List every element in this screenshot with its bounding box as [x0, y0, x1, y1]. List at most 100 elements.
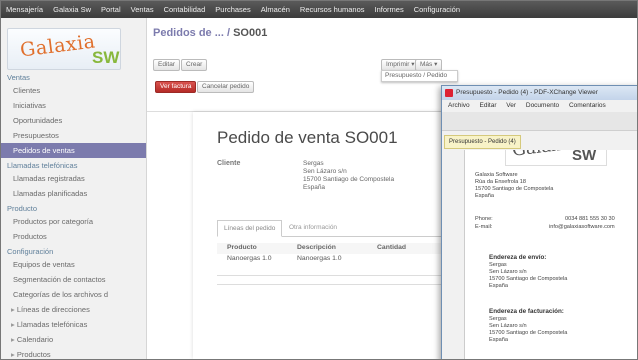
shipping-line: Sergas [489, 262, 507, 268]
email-value: info@galaxiasoftware.com [549, 224, 615, 230]
pdf-menu-item[interactable]: Editar [480, 102, 497, 109]
tab-order-lines[interactable]: Líneas del pedido [217, 220, 283, 237]
company-logo[interactable]: Galaxia SW [7, 28, 121, 70]
sidebar-item[interactable]: Llamadas registradas [1, 171, 146, 186]
company-line: Rúa da Ensefrola 18 [475, 179, 526, 185]
sidebar-item[interactable]: Llamadas planificadas [1, 186, 146, 201]
order-form: Pedido de venta SO001 Cliente Sergas Sen… [193, 112, 443, 359]
client-label: Cliente [217, 160, 241, 167]
sidebar-item[interactable]: Productos por categoría [1, 214, 146, 229]
sidebar-section[interactable]: Llamadas telefónicas [1, 158, 146, 171]
client-line: España [303, 184, 326, 191]
company-line: Galaxia Software [475, 172, 518, 178]
table-divider [217, 275, 443, 276]
column-header[interactable]: Cantidad [377, 244, 406, 251]
client-address[interactable]: Sergas Sen Lázaro s/n 15700 Santiago de … [303, 160, 394, 192]
phone-label: Phone: [475, 216, 493, 222]
pdf-menu-item[interactable]: Archivo [448, 102, 470, 109]
shipping-line: 15700 Santiago de Compostela [489, 276, 568, 282]
table-header: Producto Descripción Cantidad [217, 243, 443, 254]
view-invoice-button[interactable]: Ver factura [155, 81, 197, 93]
edit-button[interactable]: Editar [153, 59, 180, 71]
logo-sw: SW [92, 48, 120, 67]
top-menu-item[interactable]: Configuración [409, 5, 465, 14]
column-header[interactable]: Producto [227, 244, 257, 251]
create-button[interactable]: Crear [181, 59, 208, 71]
billing-line: España [489, 337, 508, 343]
top-menu-item[interactable]: Almacén [256, 5, 295, 14]
table-row[interactable]: Nanoergas 1.0 Nanoergas 1.0 [217, 254, 443, 265]
sidebar-item[interactable]: Presupuestos [1, 128, 146, 143]
top-menu-bar: Mensajería Galaxia Sw Portal Ventas Contabil… [1, 1, 637, 18]
app-window: Mensajería Galaxia Sw Portal Ventas Contabil… [0, 0, 638, 360]
sidebar-item[interactable]: Productos [1, 229, 146, 244]
top-menu-item[interactable]: Mensajería [1, 5, 48, 14]
company-line: 15700 Santiago de Compostela [475, 186, 554, 192]
breadcrumb-current: SO001 [233, 27, 268, 39]
top-menu-item[interactable]: Recursos humanos [295, 5, 370, 14]
company-address: Galaxia Software Rúa da Ensefrola 18 157… [475, 172, 553, 200]
shipping-line: España [489, 283, 508, 289]
shipping-line: Sen Lázaro s/n [489, 269, 527, 275]
form-tabs: Líneas del pedido Otra información [217, 220, 443, 237]
cell-product: Nanoergas 1.0 [227, 255, 272, 262]
client-line: 15700 Santiago de Compostela [303, 176, 395, 183]
sidebar-section[interactable]: Producto [1, 201, 146, 214]
sidebar-item[interactable]: Segmentación de contactos [1, 272, 146, 287]
top-menu-item[interactable]: Informes [370, 5, 409, 14]
pdf-menu-item[interactable]: Documento [526, 102, 559, 109]
sidebar-section[interactable]: Configuración [1, 244, 146, 257]
sidebar-item[interactable]: Clientes [1, 83, 146, 98]
tab-other-info[interactable]: Otra información [283, 220, 343, 235]
pdf-menu-item[interactable]: Ver [506, 102, 516, 109]
pdf-toolbar [442, 112, 637, 131]
sidebar-nav: Ventas Clientes Iniciativas Oportunidades Pr… [1, 70, 146, 359]
top-menu-item[interactable]: Portal [96, 5, 126, 14]
company-line: España [475, 193, 494, 199]
print-option[interactable]: Presupuesto / Pedido [381, 70, 458, 82]
client-line: Sen Lázaro s/n [303, 168, 347, 175]
page-title: Pedido de venta SO001 [217, 128, 398, 147]
pdf-document-tab[interactable]: Presupuesto - Pedido (4) [444, 135, 521, 149]
client-line: Sergas [303, 160, 324, 167]
sidebar-item[interactable]: Pedidos de ventas [1, 143, 146, 158]
sidebar-item[interactable]: Oportunidades [1, 113, 146, 128]
logo-word: Galaxia [18, 30, 97, 62]
pdf-window-title: Presupuesto - Pedido (4) - PDF-XChange V… [456, 89, 598, 96]
cell-description: Nanoergas 1.0 [297, 255, 342, 262]
sidebar-item[interactable]: Líneas de direcciones [1, 302, 146, 317]
pdf-app-icon [445, 89, 453, 97]
shipping-address: Sergas Sen Lázaro s/n 15700 Santiago de … [489, 262, 567, 290]
billing-line: 15700 Santiago de Compostela [489, 330, 568, 336]
billing-address: Sergas Sen Lázaro s/n 15700 Santiago de … [489, 316, 567, 344]
top-menu-item[interactable]: Galaxia Sw [48, 5, 96, 14]
shipping-title: Endereza de envío: [489, 254, 547, 261]
sidebar-section[interactable]: Ventas [1, 70, 146, 83]
pdf-page: Galaxia SW Galaxia Software Rúa da Ensef… [464, 150, 637, 359]
breadcrumb-parent[interactable]: Pedidos de ... / [153, 27, 230, 39]
sidebar-item[interactable]: Categorías de los archivos d [1, 287, 146, 302]
top-menu-item[interactable]: Purchases [210, 5, 255, 14]
pdf-logo: Galaxia SW [505, 150, 607, 166]
billing-line: Sen Lázaro s/n [489, 323, 527, 329]
column-header[interactable]: Descripción [297, 244, 336, 251]
pdf-logo-word: Galaxia [511, 150, 577, 161]
sidebar-item[interactable]: Iniciativas [1, 98, 146, 113]
pdf-logo-sw: SW [572, 150, 597, 164]
sidebar-item[interactable]: Llamadas telefónicas [1, 317, 146, 332]
cancel-order-button[interactable]: Cancelar pedido [197, 81, 255, 93]
order-lines-table: Producto Descripción Cantidad Nanoergas … [217, 243, 443, 265]
pdf-menu-bar: Archivo Editar Ver Documento Comentarios [442, 100, 637, 112]
table-divider [217, 284, 443, 285]
pdf-viewer-window[interactable]: Presupuesto - Pedido (4) - PDF-XChange V… [441, 85, 637, 359]
sidebar-item[interactable]: Productos [1, 347, 146, 359]
pdf-menu-item[interactable]: Comentarios [569, 102, 606, 109]
top-menu-item[interactable]: Ventas [126, 5, 159, 14]
sidebar-item[interactable]: Equipos de ventas [1, 257, 146, 272]
top-menu-item[interactable]: Contabilidad [159, 5, 211, 14]
sidebar: Galaxia SW Ventas Clientes Iniciativas Opor… [1, 18, 147, 359]
sidebar-item[interactable]: Calendario [1, 332, 146, 347]
breadcrumb: Pedidos de ... / SO001 [153, 27, 267, 39]
pdf-title-bar[interactable]: Presupuesto - Pedido (4) - PDF-XChange V… [442, 86, 637, 100]
billing-line: Sergas [489, 316, 507, 322]
